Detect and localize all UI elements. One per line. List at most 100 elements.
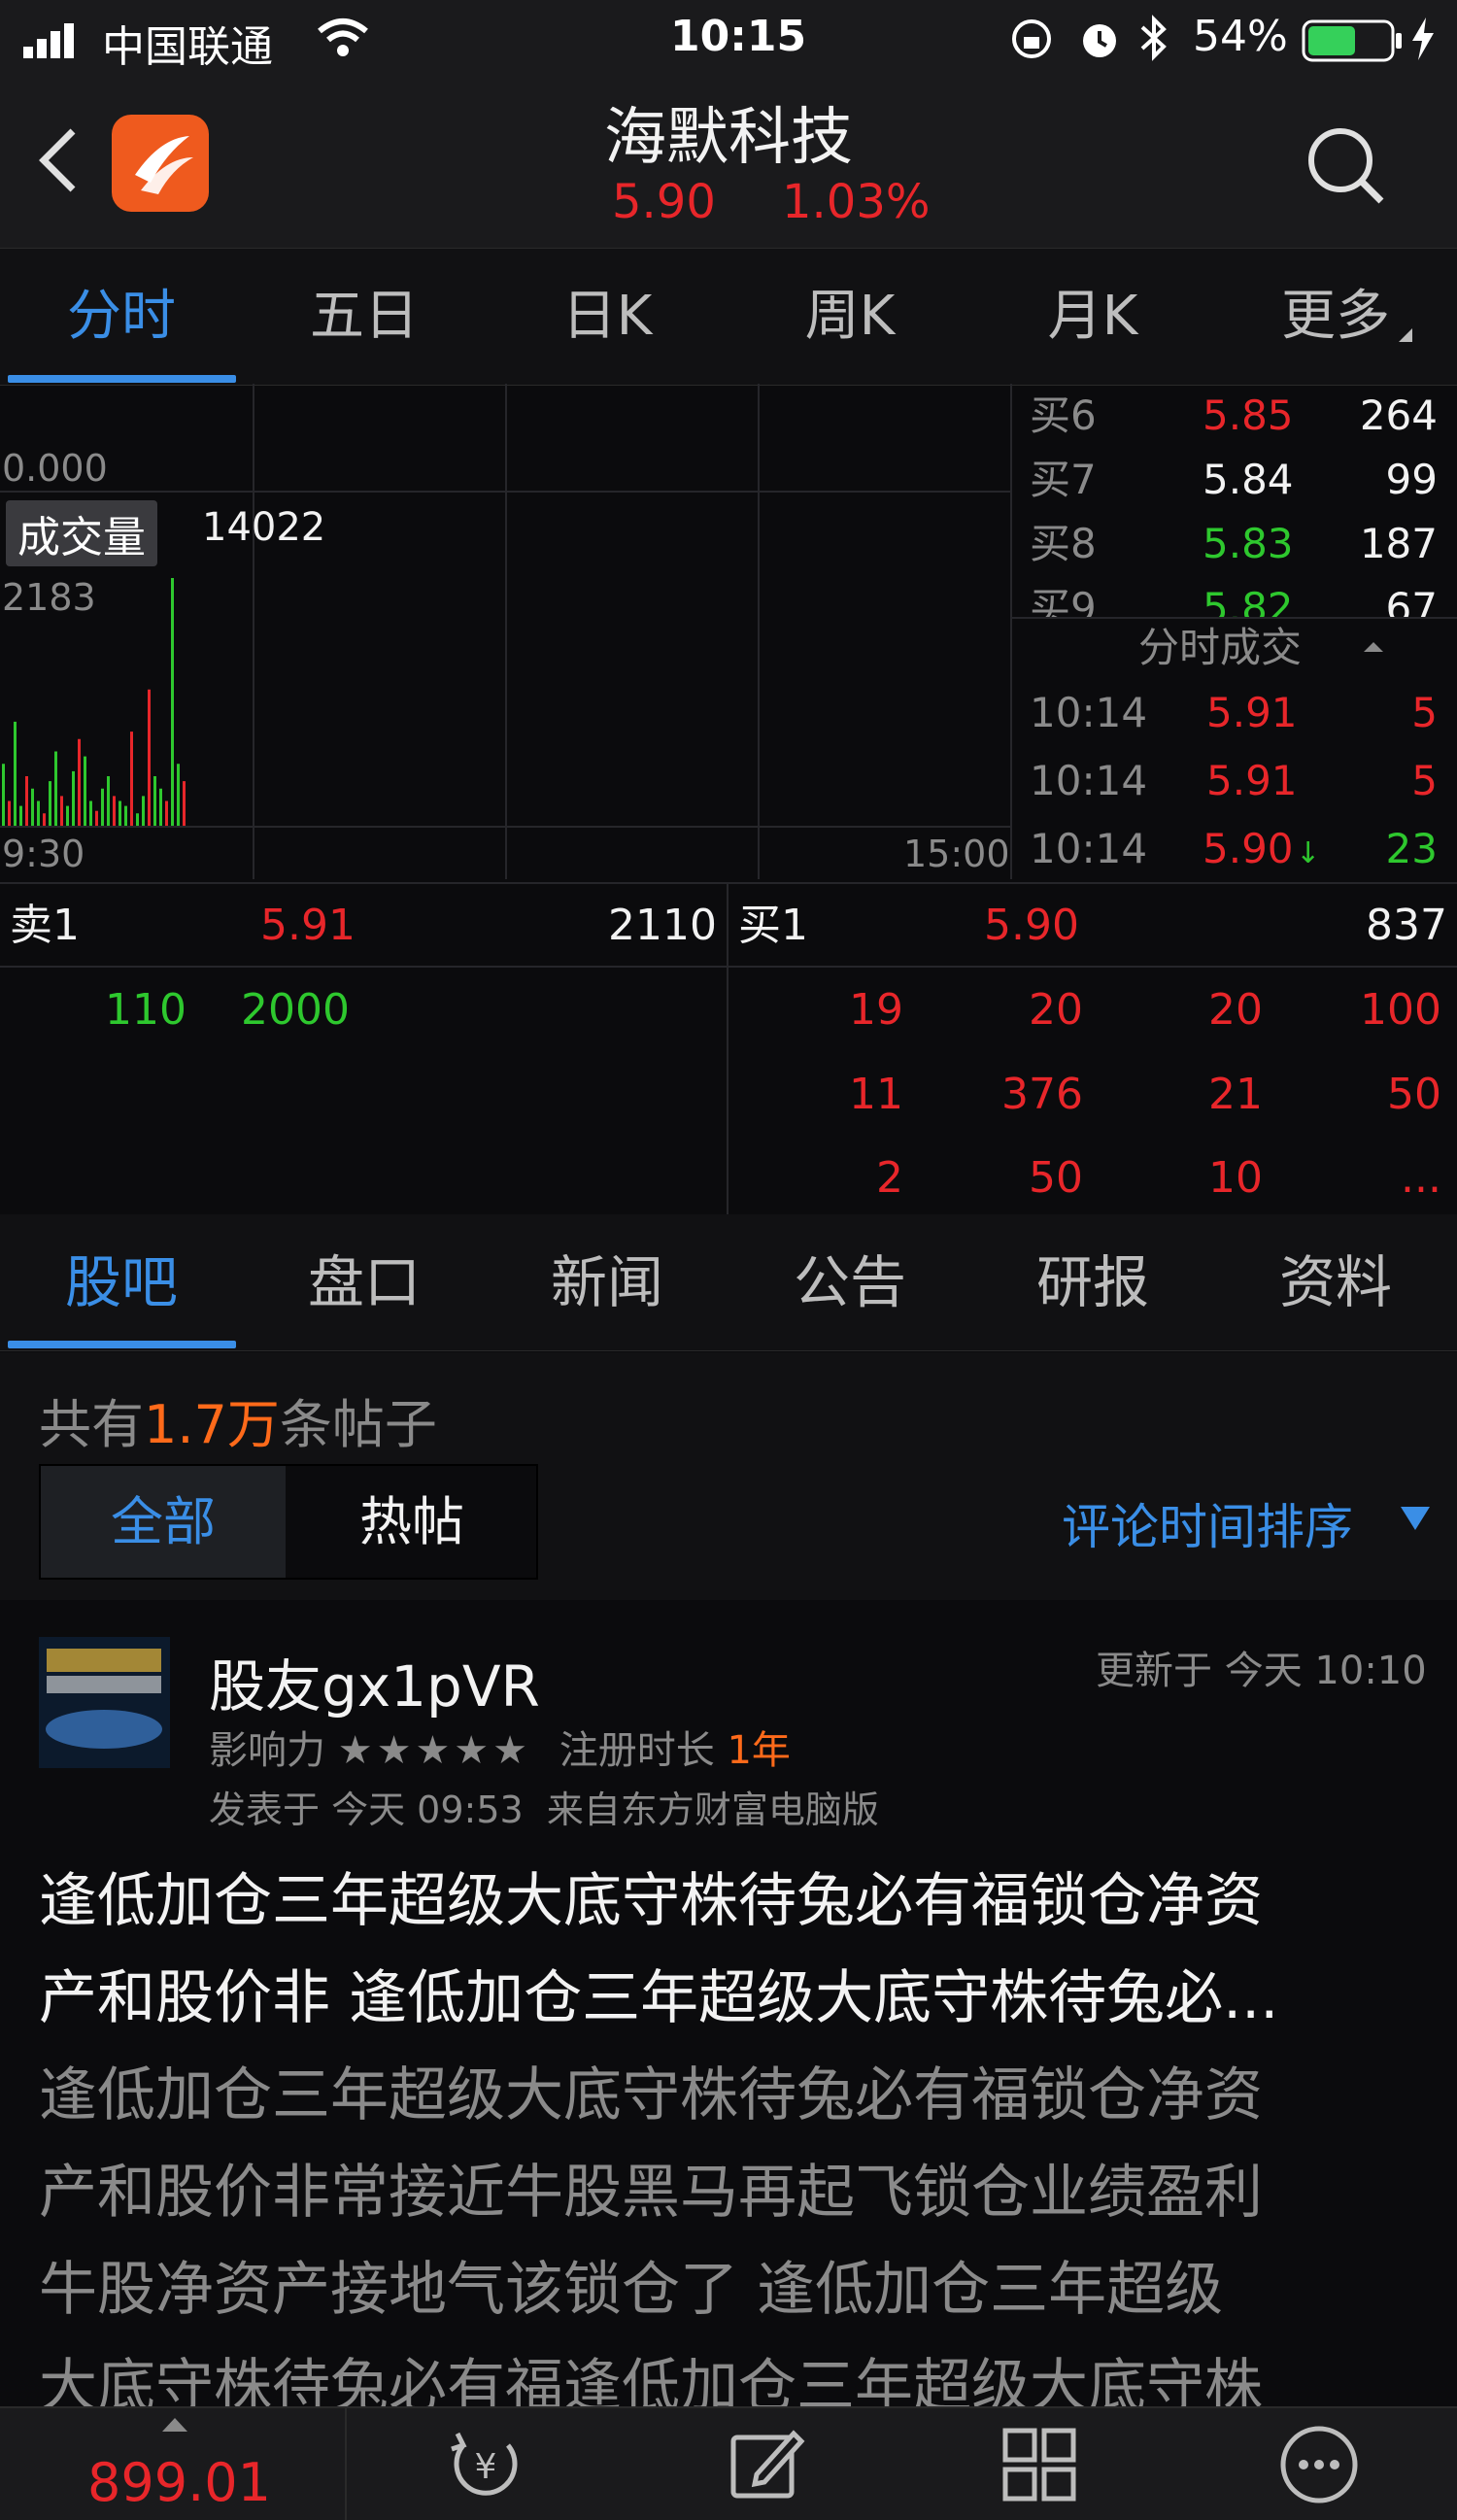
bid-label: 买6 [1030,392,1097,439]
volume-bar [78,738,81,826]
bluetooth-icon [1136,14,1171,73]
trade-yuan-icon[interactable]: ¥ [442,2426,529,2507]
volume-indicator-button[interactable]: 成交量 [6,500,157,566]
post-title-line[interactable]: 逢低加仓三年超级大底守株待兔必有福锁仓净资 [39,1853,1263,1950]
post-count-value: 1.7万 [144,1394,280,1455]
search-icon[interactable] [1302,121,1389,213]
trades-title[interactable]: 分时成交 [1138,619,1302,677]
post-meta: 影响力 ★★★★★ 注册时长 1年 [209,1719,791,1775]
volume-bar [31,788,34,826]
tab-guba[interactable]: 股吧 [0,1214,243,1350]
trade-row: 10:14 5.90 ↓ 23 [1012,815,1457,883]
signal-icon [23,21,91,71]
trade-price: 5.90 [1203,825,1294,872]
down-arrow-icon: ↓ [1296,836,1321,870]
volume-bar [159,788,162,826]
post-body-line: 产和股价非常接近牛股黑马再起飞锁仓业绩盈利 [39,2159,1263,2227]
tab-five-day[interactable]: 五日 [243,249,486,385]
sort-caret-icon[interactable] [1399,1503,1432,1536]
carrier-name: 中国联通 [102,22,273,72]
compose-post-icon[interactable] [724,2426,811,2507]
post-title-line[interactable]: 产和股价非 逢低加仓三年超级大底守株待兔必... [39,1950,1278,2047]
buy1-qty: 837 [1366,901,1447,950]
volume-bar [107,776,110,826]
more-options-icon[interactable] [1277,2423,1361,2510]
bid-row: 买6 5.85 264 [1012,384,1457,448]
tab-monthly-k[interactable]: 月K [971,249,1214,385]
tab-weekly-k[interactable]: 周K [728,249,971,385]
market-index-value[interactable]: 899.01 [87,2452,271,2513]
trade-qty: 5 [1411,689,1438,736]
volume-bar [130,732,133,826]
active-tab-indicator [8,1341,236,1348]
volume-bar [37,800,40,826]
level-one-order-book: 卖1 5.91 2110 买1 5.90 837 110 2000 19 20 … [0,882,1457,1216]
bid-row: 买9 5.82 67 [1012,576,1457,619]
buy-queue-item: 2 [876,1153,903,1203]
sell1-qty: 2110 [608,901,717,950]
sort-dropdown[interactable]: 评论时间排序 [1062,1488,1353,1558]
index-up-icon [160,2416,189,2437]
sell-queue-item: 110 [105,985,186,1035]
volume-bar [148,689,151,826]
volume-bar [89,800,92,826]
tab-announcements[interactable]: 公告 [728,1214,971,1350]
bid-label: 买8 [1030,520,1097,567]
volume-bar [95,810,98,826]
alarm-icon [1078,17,1121,71]
post-updated-time: 更新于 今天 10:10 [1096,1649,1427,1693]
battery-icon [1302,19,1408,73]
sell-queue-item: 2000 [241,985,350,1035]
side-order-book: 买6 5.85 264 买7 5.84 99 买8 5.83 187 买9 5.… [1010,384,1457,879]
bid-qty: 264 [1359,392,1438,439]
influence-stars: ★★★★★ [337,1728,532,1773]
back-button[interactable] [29,121,87,203]
volume-bar [153,776,156,826]
tab-intraday[interactable]: 分时 [0,249,243,385]
tab-daily-k[interactable]: 日K [486,249,728,385]
sell1-price: 5.91 [260,901,356,950]
bid-qty: 187 [1359,520,1438,567]
filter-all[interactable]: 全部 [41,1466,286,1578]
buy-queue-item: 10 [1208,1153,1263,1203]
buy-queue-item: 100 [1360,985,1441,1035]
bid-label: 买7 [1030,456,1097,503]
wifi-icon [316,16,370,69]
volume-bar [171,578,174,826]
registration-label: 注册时长 [559,1728,715,1773]
avatar[interactable] [39,1637,170,1768]
volume-bar [72,770,75,826]
trade-time: 10:14 [1030,757,1148,804]
volume-bar [84,756,86,826]
tab-news[interactable]: 新闻 [486,1214,728,1350]
forum-post[interactable]: 股友gx1pVR 更新于 今天 10:10 影响力 ★★★★★ 注册时长 1年 … [0,1600,1457,2421]
tab-more[interactable]: 更多 [1214,249,1457,385]
buy-queue-item: 50 [1029,1153,1083,1203]
tab-profile[interactable]: 资料 [1214,1214,1457,1350]
app-logo-icon[interactable] [112,115,209,212]
collapse-triangle-icon[interactable] [1362,638,1385,658]
volume-bar [14,721,17,826]
tab-research[interactable]: 研报 [971,1214,1214,1350]
volume-bar [113,796,116,826]
buy-queue-more[interactable]: ... [1401,1144,1441,1212]
clock: 10:15 [670,12,807,61]
volume-bar [8,800,11,826]
bid-row: 买7 5.84 99 [1012,448,1457,512]
volume-bar [54,751,57,826]
grid-menu-icon[interactable] [1000,2426,1078,2507]
post-body-line: 逢低加仓三年超级大底守株待兔必有福锁仓净资 [39,2061,1263,2129]
volume-bar [136,813,139,826]
trade-qty: 5 [1411,757,1438,804]
post-username[interactable]: 股友gx1pVR [209,1641,540,1722]
post-body-line: 牛股净资产接地气该锁仓了 逢低加仓三年超级 [39,2256,1224,2324]
buy-queue-item: 11 [849,1070,903,1119]
tab-pankou[interactable]: 盘口 [243,1214,486,1350]
trade-row: 10:14 5.91 5 [1012,747,1457,815]
intraday-chart[interactable]: 0.000 成交量 14022 2183 9:30 15:00 [0,384,1010,879]
volume-bar [142,796,145,826]
post-source: 发表于 今天 09:53 来自东方财富电脑版 [209,1788,879,1831]
filter-hot[interactable]: 热帖 [288,1466,536,1578]
status-bar: 中国联通 10:15 54% [0,0,1457,78]
bid-qty: 67 [1385,584,1438,619]
